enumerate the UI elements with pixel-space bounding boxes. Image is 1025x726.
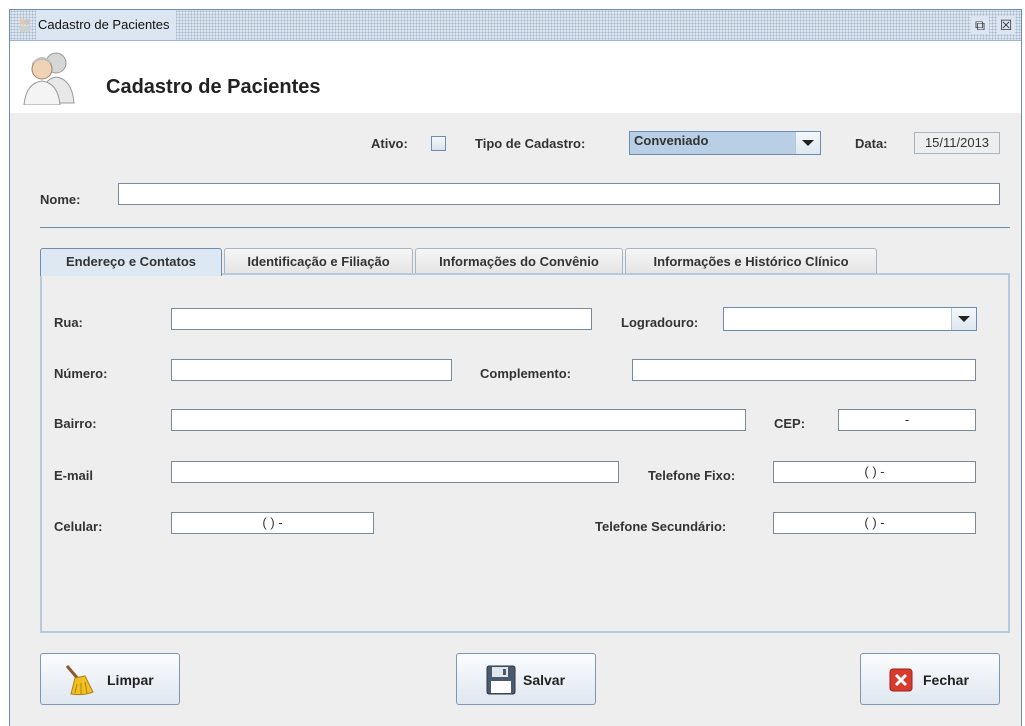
rua-label: Rua: — [54, 315, 83, 330]
cep-input[interactable]: - — [838, 409, 976, 431]
email-label: E-mail — [54, 468, 94, 483]
tab-informacoes-convenio[interactable]: Informações do Convênio — [415, 248, 623, 274]
complemento-input[interactable] — [632, 359, 976, 381]
tab-identificacao-filiacao[interactable]: Identificação e Filiação — [224, 248, 413, 274]
ativo-checkbox[interactable] — [431, 136, 446, 151]
close-red-icon — [889, 668, 913, 692]
patients-small-icon — [19, 19, 31, 32]
celular-label: Celular: — [54, 519, 103, 534]
fechar-button[interactable]: Fechar — [860, 653, 1000, 705]
page-title: Cadastro de Pacientes — [106, 76, 321, 98]
complemento-label: Complemento: — [480, 366, 571, 381]
bairro-input[interactable] — [171, 409, 746, 431]
salvar-button[interactable]: Salvar — [456, 653, 596, 705]
numero-input[interactable] — [171, 359, 452, 381]
telefone-secundario-input[interactable]: ( ) - — [773, 512, 976, 534]
nome-label: Nome: — [40, 192, 81, 207]
main-window: Cadastro de Pacientes ⧉ ☒ Cadastro de Pa… — [9, 9, 1022, 726]
title-bar[interactable]: Cadastro de Pacientes ⧉ ☒ — [10, 10, 1021, 41]
broom-icon — [65, 665, 94, 696]
separator — [40, 227, 1010, 228]
tab-historico-clinico[interactable]: Informações e Histórico Clínico — [625, 248, 877, 274]
telefone-fixo-input[interactable]: ( ) - — [773, 461, 976, 483]
limpar-button[interactable]: Limpar — [40, 653, 180, 705]
ativo-label: Ativo: — [371, 136, 408, 151]
fechar-label: Fechar — [923, 672, 969, 688]
chevron-down-icon[interactable] — [951, 308, 976, 330]
patients-icon — [23, 52, 75, 105]
bairro-label: Bairro: — [54, 416, 97, 431]
cep-label: CEP: — [774, 416, 806, 431]
telefone-secundario-label: Telefone Secundário: — [595, 519, 727, 534]
tipo-cadastro-value: Conveniado — [634, 133, 709, 148]
window-title: Cadastro de Pacientes — [36, 10, 176, 40]
tipo-cadastro-label: Tipo de Cadastro: — [475, 136, 586, 151]
limpar-label: Limpar — [107, 672, 154, 688]
logradouro-label: Logradouro: — [621, 315, 699, 330]
close-window-icon[interactable]: ☒ — [997, 16, 1015, 34]
telefone-fixo-label: Telefone Fixo: — [648, 468, 736, 483]
tab-endereco-contatos[interactable]: Endereço e Contatos — [40, 248, 222, 276]
restore-icon[interactable]: ⧉ — [971, 16, 989, 34]
data-field[interactable]: 15/11/2013 — [914, 132, 1000, 154]
floppy-disk-icon — [486, 665, 516, 695]
email-input[interactable] — [171, 461, 619, 483]
rua-input[interactable] — [171, 308, 592, 330]
nome-input[interactable] — [118, 183, 1000, 205]
tipo-cadastro-select[interactable]: Conveniado — [629, 131, 821, 155]
logradouro-select[interactable] — [723, 307, 977, 331]
celular-input[interactable]: ( ) - — [171, 512, 374, 534]
data-label: Data: — [855, 136, 888, 151]
chevron-down-icon[interactable] — [795, 132, 820, 154]
header-band: Cadastro de Pacientes — [10, 41, 1021, 113]
numero-label: Número: — [54, 366, 108, 381]
salvar-label: Salvar — [523, 672, 566, 688]
